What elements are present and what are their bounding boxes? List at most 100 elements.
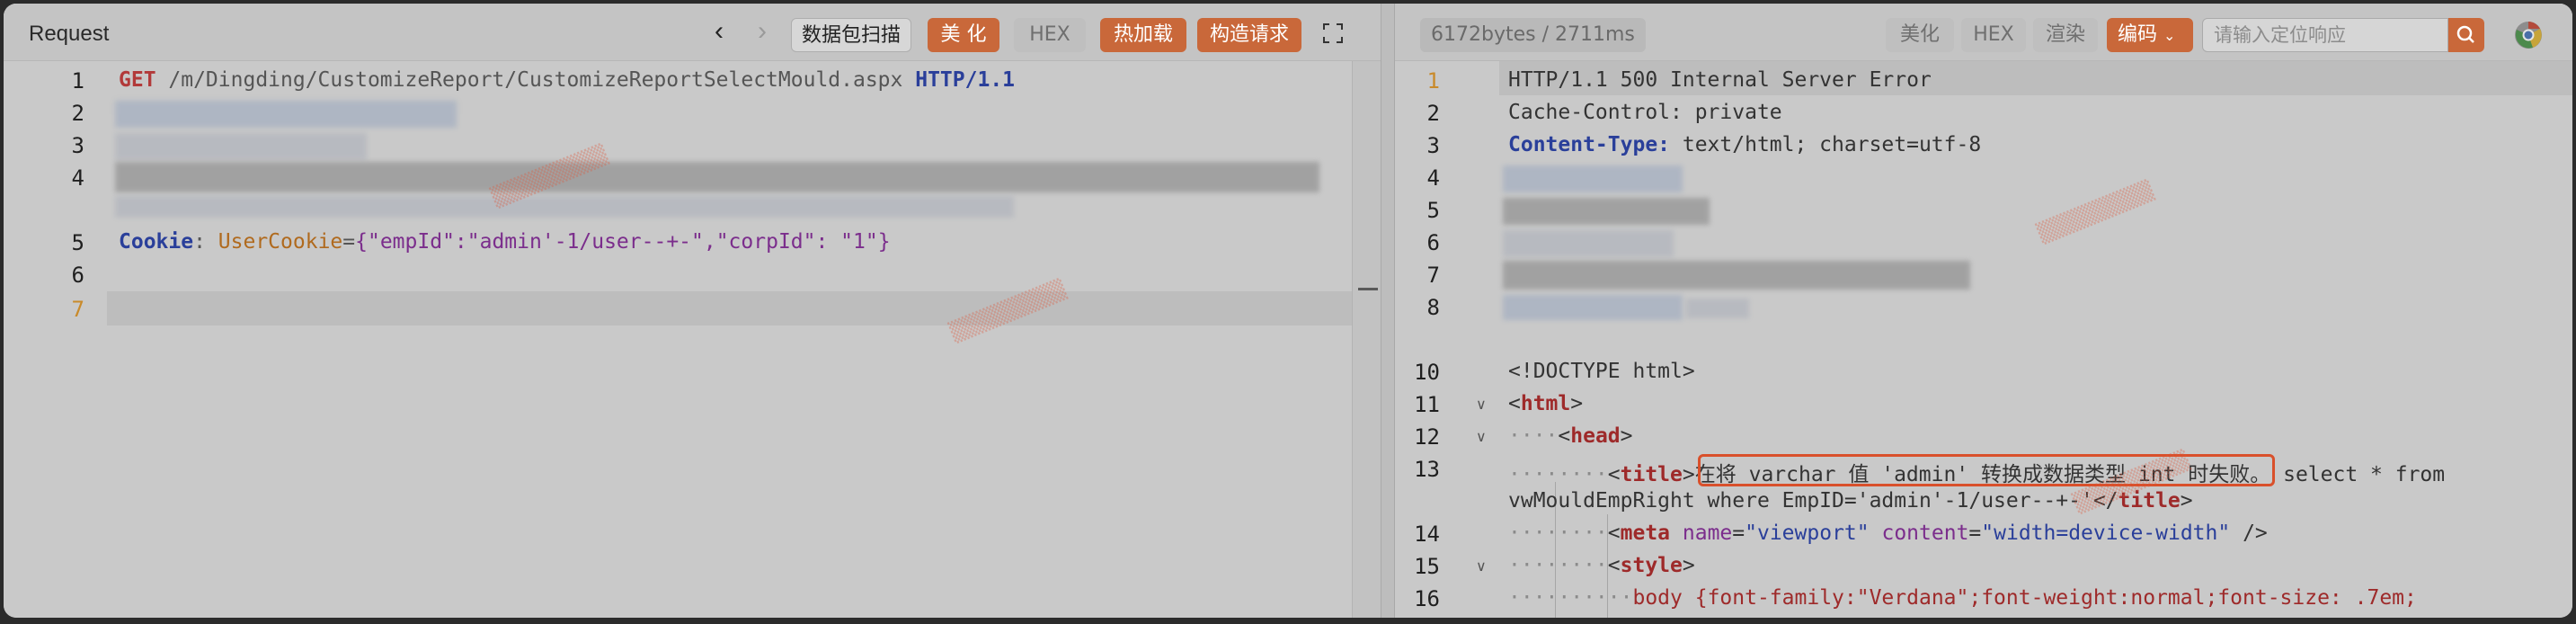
pane-splitter[interactable]: [1381, 4, 1395, 618]
line-number: 8: [1426, 295, 1440, 320]
cookie-payload: {"empId":"admin'-1/user--+-","corpId": "…: [355, 230, 891, 254]
cookie-line: Cookie: UserCookie={"empId":"admin'-1/us…: [119, 230, 891, 254]
tag-name: html: [1520, 392, 1571, 415]
hex-button[interactable]: HEX: [1014, 18, 1086, 52]
meta-line: ········<meta name="viewport" content="w…: [1508, 521, 2268, 545]
content-type-header: Content-Type: text/html; charset=utf-8: [1508, 133, 1981, 156]
attr-value: "width=device-width": [1981, 521, 2231, 545]
hot-load-button[interactable]: 热加载: [1100, 18, 1186, 52]
tag-name: title: [1620, 463, 1683, 486]
redacted-block: [115, 196, 1014, 218]
cache-control-header: Cache-Control: private: [1508, 101, 1782, 124]
redacted-block: [1503, 230, 1674, 257]
html-open-line: <html>: [1508, 392, 1584, 415]
render-button[interactable]: 渲染: [2033, 18, 2098, 52]
encoding-label: 编码: [2118, 23, 2158, 46]
redacted-block: [1503, 261, 1970, 290]
fold-toggle-icon[interactable]: ∨: [1476, 428, 1487, 446]
locate-response-input[interactable]: [2202, 18, 2448, 52]
beautify-button[interactable]: 美 化: [928, 18, 999, 52]
line-number: 1: [71, 68, 84, 94]
request-pane: Request ‹ › 数据包扫描 美 化 HEX 热加载 构造请求 1 2 3…: [4, 4, 1381, 618]
tag-name: meta: [1620, 521, 1671, 545]
line-number: 4: [1426, 165, 1440, 191]
beautify-button[interactable]: 美化: [1886, 18, 1954, 52]
request-line: GET /m/Dingding/CustomizeReport/Customiz…: [119, 68, 1015, 92]
app-window: Request ‹ › 数据包扫描 美 化 HEX 热加载 构造请求 1 2 3…: [4, 4, 2572, 618]
tag-name: head: [1570, 424, 1621, 448]
doctype-line: <!DOCTYPE html>: [1508, 360, 1695, 383]
line-number: 12: [1414, 424, 1440, 450]
line-number: 6: [71, 263, 84, 288]
header-key: Content-Type:: [1508, 133, 1671, 156]
line-number: 13: [1414, 457, 1440, 482]
line-number: 7: [71, 297, 84, 322]
sql-fragment: vwMouldEmpRight where EmpID='admin'-1/us…: [1508, 489, 2093, 513]
search-icon: [2456, 25, 2474, 43]
cookie-name: UserCookie: [218, 230, 343, 254]
search-button[interactable]: [2448, 18, 2484, 52]
scroll-position-marker: [1358, 288, 1378, 290]
sql-fragment: select * from: [2270, 463, 2446, 486]
encoding-dropdown[interactable]: 编码 ⌄: [2107, 18, 2193, 52]
attr-name: content: [1881, 521, 1969, 545]
line-number: 1: [1426, 68, 1440, 94]
separator: :: [193, 230, 218, 254]
line-number: 6: [1426, 230, 1440, 255]
request-scrollbar[interactable]: [1352, 61, 1381, 618]
hex-button[interactable]: HEX: [1961, 18, 2026, 52]
redacted-block: [115, 101, 457, 128]
chevron-right-icon[interactable]: ›: [748, 18, 777, 47]
line-number: 2: [71, 101, 84, 126]
expand-icon[interactable]: [1321, 22, 1345, 45]
request-title: Request: [29, 22, 110, 46]
response-toolbar: 6172bytes / 2711ms 美化 HEX 渲染 编码 ⌄: [1395, 4, 2572, 61]
browser-icon[interactable]: [2513, 20, 2544, 50]
request-editor[interactable]: 1 2 3 4 5 6 7 GET /m/Dingding/CustomizeR…: [4, 61, 1352, 618]
line-number: 7: [1426, 263, 1440, 288]
line-number: 15: [1414, 554, 1440, 579]
current-line-highlight: [107, 291, 1352, 325]
line-number: 5: [71, 230, 84, 255]
head-open-line: ····<head>: [1508, 424, 1633, 448]
line-number: 2: [1426, 101, 1440, 126]
build-request-button[interactable]: 构造请求: [1197, 18, 1301, 52]
line-number: 10: [1414, 360, 1440, 385]
line-number: 14: [1414, 521, 1440, 547]
line-number: 3: [71, 133, 84, 158]
attr-value: "viewport": [1745, 521, 1870, 545]
response-pane: 6172bytes / 2711ms 美化 HEX 渲染 编码 ⌄ 请输入定位响…: [1395, 4, 2572, 618]
line-number: 16: [1414, 586, 1440, 611]
redacted-block: [1686, 299, 1749, 318]
http-method: GET: [119, 68, 156, 92]
redacted-block: [115, 133, 367, 160]
line-number: 5: [1426, 198, 1440, 223]
http-version: HTTP/1.1: [915, 68, 1016, 92]
fold-toggle-icon[interactable]: ∨: [1476, 557, 1487, 575]
line-number: 3: [1426, 133, 1440, 158]
attr-name: name: [1682, 521, 1733, 545]
redacted-block: [1503, 295, 1683, 320]
request-path: /m/Dingding/CustomizeReport/CustomizeRep…: [155, 68, 916, 92]
redacted-block: [1503, 165, 1683, 192]
cookie-header-key: Cookie: [119, 230, 194, 254]
status-line: HTTP/1.1 500 Internal Server Error: [1508, 68, 1932, 92]
line-number: 4: [71, 165, 84, 191]
request-toolbar: Request ‹ › 数据包扫描 美 化 HEX 热加载 构造请求: [4, 4, 1381, 61]
fold-toggle-icon[interactable]: ∨: [1476, 396, 1487, 414]
chevron-left-icon[interactable]: ‹: [705, 18, 733, 47]
equals: =: [342, 230, 356, 254]
redacted-block: [115, 162, 1319, 192]
header-value: text/html; charset=utf-8: [1670, 133, 1982, 156]
css-line: ··········body {font-family:"Verdana";fo…: [1508, 586, 2417, 610]
redacted-block: [1503, 198, 1710, 225]
tag-name: style: [1620, 554, 1683, 577]
chevron-down-icon: ⌄: [2163, 27, 2176, 44]
css-rule: body {font-family:"Verdana";font-weight:…: [1632, 586, 2417, 610]
response-editor[interactable]: 1 2 3 4 5 6 7 8 10 11 12 13 14 15 16 ∨ ∨…: [1395, 61, 2572, 618]
packet-scan-button[interactable]: 数据包扫描: [791, 18, 911, 52]
line-number: 11: [1414, 392, 1440, 417]
response-stats-badge: 6172bytes / 2711ms: [1420, 18, 1646, 52]
style-open-line: ········<style>: [1508, 554, 1695, 577]
tag-close: />: [2230, 521, 2268, 545]
